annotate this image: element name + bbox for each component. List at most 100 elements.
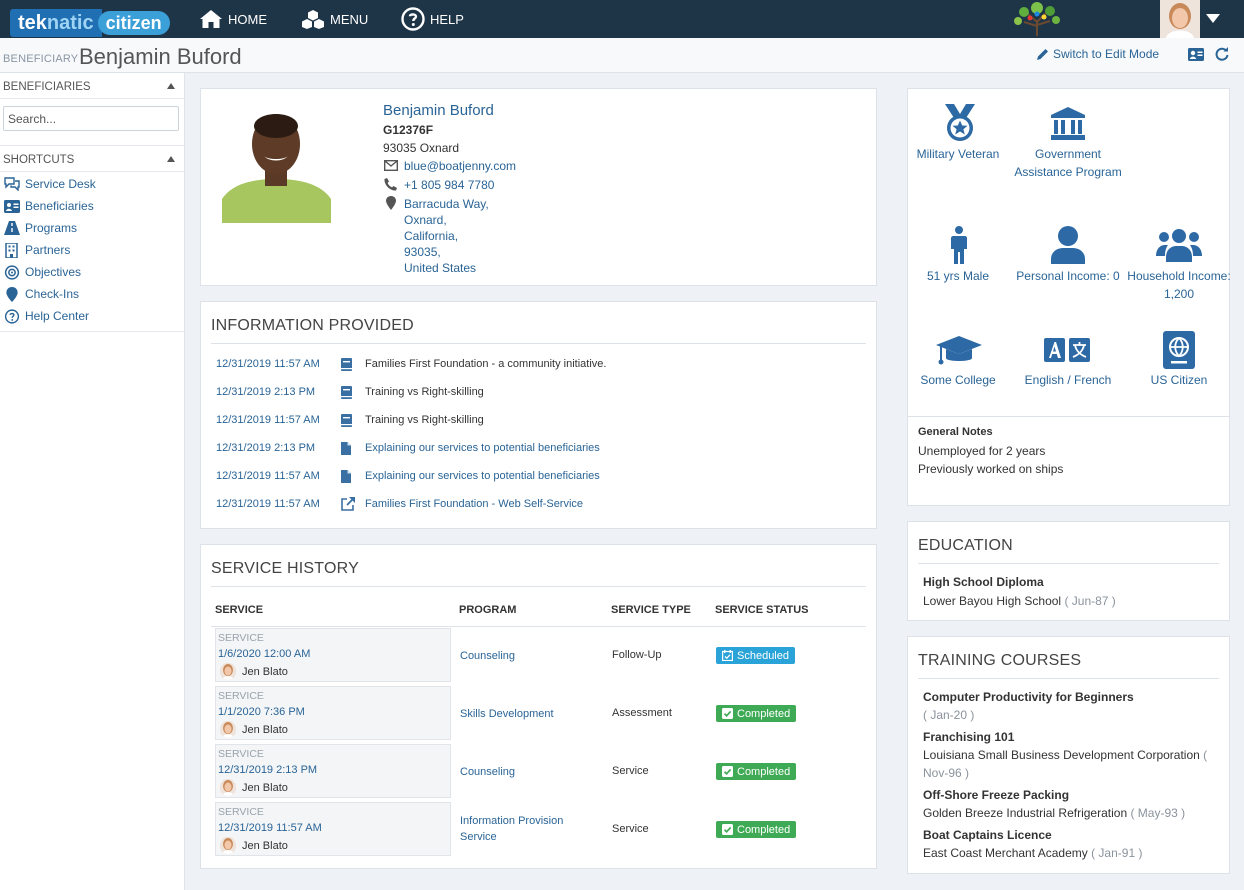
beneficiary-phone-link[interactable]: +1 805 984 7780 — [404, 178, 494, 192]
sidebar-divider — [0, 331, 184, 332]
panel-divider — [918, 563, 1219, 564]
service-cell[interactable]: SERVICE 1/1/2020 7:36 PM Jen Blato — [215, 686, 451, 740]
info-text: Training vs Right-skilling — [365, 414, 484, 426]
sidebar-item-label: Programs — [25, 221, 78, 235]
info-row[interactable]: 12/31/2019 2:13 PM Training vs Right-ski… — [216, 384, 484, 400]
id-card-icon[interactable] — [1188, 48, 1204, 61]
course-name: Franchising 101 — [923, 730, 1015, 744]
address-line: Oxnard, — [404, 213, 447, 227]
service-history-title: SERVICE HISTORY — [211, 560, 359, 577]
page-header: BENEFICIARY Benjamin Buford Switch to Ed… — [0, 38, 1244, 73]
staff-avatar — [220, 663, 236, 680]
info-link[interactable]: Explaining our services to potential ben… — [365, 470, 600, 482]
info-date: 12/31/2019 2:13 PM — [216, 386, 316, 398]
external-link-icon — [341, 497, 355, 511]
service-label: SERVICE — [218, 806, 264, 818]
sidebar-search-input[interactable] — [3, 106, 179, 131]
service-label: SERVICE — [218, 748, 264, 760]
info-row[interactable]: 12/31/2019 11:57 AM Explaining our servi… — [216, 468, 600, 484]
education-date: ( Jun-87 ) — [1064, 594, 1116, 608]
service-date-link[interactable]: 12/31/2019 2:13 PM — [218, 764, 317, 776]
map-marker-icon — [386, 196, 396, 210]
column-header-service-type: SERVICE TYPE — [611, 604, 691, 616]
program-link[interactable]: Skills Development — [460, 706, 600, 722]
collapse-triangle-icon[interactable] — [167, 156, 175, 162]
service-date-link[interactable]: 12/31/2019 11:57 AM — [218, 822, 322, 834]
switch-to-edit-mode-button[interactable]: Switch to Edit Mode — [1036, 47, 1159, 61]
sidebar-item-service-desk[interactable]: Service Desk — [4, 174, 96, 194]
program-link[interactable]: Counseling — [460, 648, 600, 664]
nav-home[interactable]: HOME — [199, 0, 267, 38]
profile-panel: Benjamin Buford G12376F 93035 Oxnard blu… — [200, 88, 877, 286]
beneficiary-address-link[interactable]: Barracuda Way, Oxnard, California, 93035… — [404, 196, 489, 276]
service-cell[interactable]: SERVICE 1/6/2020 12:00 AM Jen Blato — [215, 628, 451, 682]
column-header-program: PROGRAM — [459, 604, 517, 616]
sidebar-item-programs[interactable]: Programs — [4, 218, 77, 238]
beneficiaries-section-header[interactable]: BENEFICIARIES — [0, 73, 184, 99]
passport-icon — [1163, 331, 1195, 369]
collapse-triangle-icon[interactable] — [167, 83, 175, 89]
sidebar-item-objectives[interactable]: Objectives — [4, 262, 81, 282]
sidebar-item-partners[interactable]: Partners — [4, 240, 70, 260]
sidebar-item-label: Partners — [25, 243, 71, 257]
teknatic-citizen-logo[interactable]: teknatic citizen — [10, 8, 170, 38]
beneficiary-name-link[interactable]: Benjamin Buford — [383, 102, 494, 119]
info-link[interactable]: Families First Foundation - Web Self-Ser… — [365, 498, 583, 510]
status-label: Completed — [737, 823, 791, 836]
beneficiary-photo — [222, 104, 331, 223]
status-label: Completed — [737, 765, 791, 778]
shortcuts-header-label: SHORTCUTS — [3, 154, 75, 166]
sidebar-item-label: Check-Ins — [25, 287, 80, 301]
info-row[interactable]: 12/31/2019 2:13 PM Explaining our servic… — [216, 440, 600, 456]
course-details: East Coast Merchant Academy ( Jan-91 ) — [923, 844, 1213, 862]
check-square-icon — [722, 824, 733, 835]
service-date-link[interactable]: 1/6/2020 12:00 AM — [218, 648, 310, 660]
program-link[interactable]: Information Provision Service — [460, 813, 580, 845]
target-icon — [4, 264, 20, 280]
course-details: ( Jan-20 ) — [923, 706, 1213, 724]
staff-name: Jen Blato — [242, 724, 288, 736]
check-square-icon — [722, 766, 733, 777]
status-badge: Completed — [716, 705, 797, 722]
road-icon — [4, 221, 20, 235]
staff-name: Jen Blato — [242, 666, 288, 678]
user-avatar[interactable] — [1160, 0, 1200, 38]
service-type: Service — [612, 823, 649, 835]
file-icon — [341, 441, 351, 455]
service-cell[interactable]: SERVICE 12/31/2019 2:13 PM Jen Blato — [215, 744, 451, 798]
sidebar-item-help-center[interactable]: Help Center — [4, 306, 89, 326]
shortcuts-section-header[interactable]: SHORTCUTS — [0, 145, 184, 172]
switch-to-edit-mode-label: Switch to Edit Mode — [1053, 47, 1160, 61]
info-row[interactable]: 12/31/2019 11:57 AM Training vs Right-sk… — [216, 412, 484, 428]
training-courses-panel: TRAINING COURSES Computer Productivity f… — [907, 636, 1230, 874]
comments-icon — [4, 177, 20, 191]
info-link[interactable]: Explaining our services to potential ben… — [365, 442, 600, 454]
status-badge: Completed — [716, 821, 797, 838]
sidebar-item-check-ins[interactable]: Check-Ins — [4, 284, 79, 304]
staff-avatar — [220, 721, 236, 738]
pencil-icon — [1037, 48, 1048, 60]
sidebar-item-beneficiaries[interactable]: Beneficiaries — [4, 196, 94, 216]
panel-divider — [908, 416, 1229, 417]
program-link[interactable]: Counseling — [460, 764, 600, 780]
course-details: Louisiana Small Business Development Cor… — [923, 746, 1213, 782]
nav-help[interactable]: HELP — [401, 0, 464, 38]
beneficiary-email-link[interactable]: blue@boatjenny.com — [404, 159, 516, 173]
service-date-link[interactable]: 1/1/2020 7:36 PM — [218, 706, 305, 718]
service-type: Assessment — [612, 707, 672, 719]
sidebar-item-label: Help Center — [25, 309, 90, 323]
citizenship-label: US Citizen — [1150, 373, 1208, 387]
envelope-icon — [384, 160, 398, 171]
course-org: East Coast Merchant Academy — [923, 846, 1088, 860]
service-cell[interactable]: SERVICE 12/31/2019 11:57 AM Jen Blato — [215, 802, 451, 856]
nav-menu-label: MENU — [330, 11, 369, 27]
address-line: Barracuda Way, — [404, 197, 489, 211]
user-menu-caret-icon[interactable] — [1206, 14, 1220, 23]
nav-menu[interactable]: MENU — [301, 0, 368, 38]
sidebar-item-label: Beneficiaries — [25, 199, 94, 213]
refresh-icon[interactable] — [1215, 47, 1229, 61]
column-header-service: SERVICE — [215, 604, 264, 616]
info-row[interactable]: 12/31/2019 11:57 AM Families First Found… — [216, 496, 583, 512]
staff-name: Jen Blato — [242, 840, 288, 852]
info-row[interactable]: 12/31/2019 11:57 AM Families First Found… — [216, 356, 606, 372]
